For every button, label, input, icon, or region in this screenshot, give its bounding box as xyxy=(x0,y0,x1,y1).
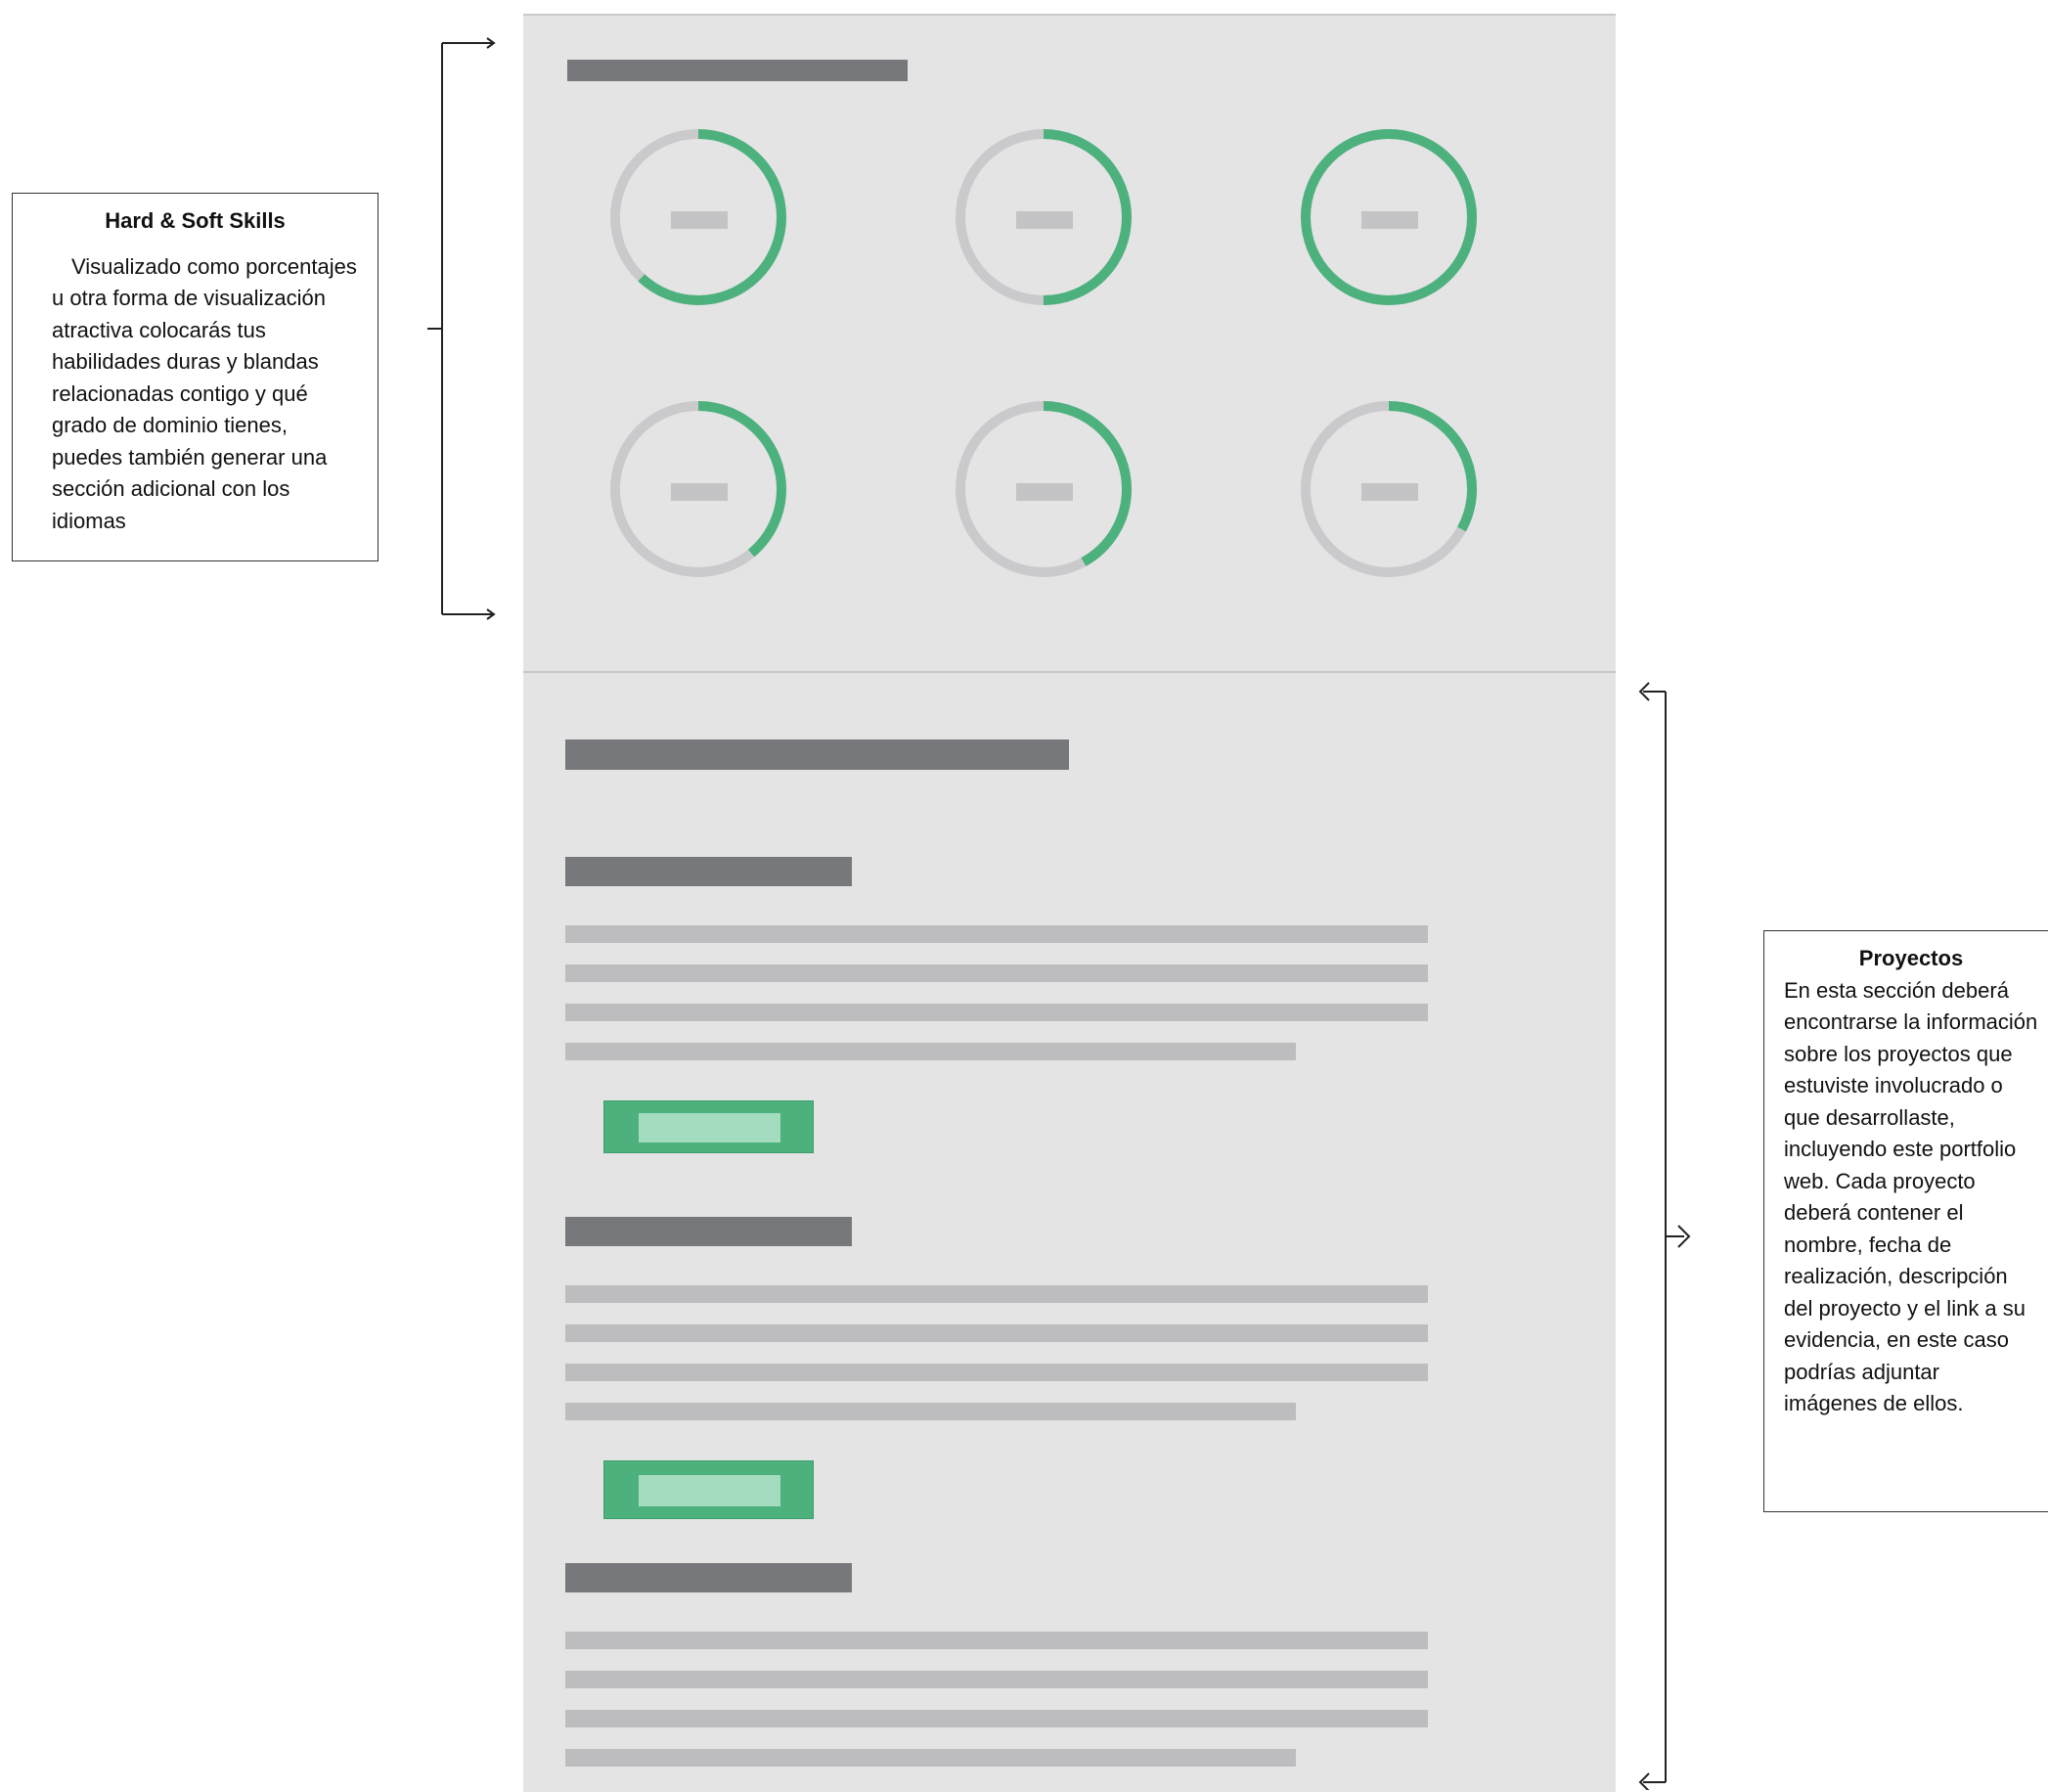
skill-ring xyxy=(951,124,1136,310)
skills-annotation-body: Visualizado como porcentajes u otra form… xyxy=(52,253,357,533)
skill-ring xyxy=(1296,124,1482,310)
project-text-line xyxy=(565,925,1428,943)
skill-ring xyxy=(1296,396,1482,582)
skills-annotation-title: Hard & Soft Skills xyxy=(105,208,286,233)
projects-bracket xyxy=(1638,682,1691,1790)
project-text-line xyxy=(565,1749,1296,1767)
skill-ring xyxy=(605,124,791,310)
project-link-button-label-placeholder xyxy=(639,1113,780,1142)
skill-label-placeholder xyxy=(671,211,728,229)
project-title-placeholder xyxy=(565,1563,852,1592)
skills-bracket xyxy=(427,37,496,620)
project-text-line xyxy=(565,1324,1428,1342)
project-text-line xyxy=(565,1364,1428,1381)
project-text-line xyxy=(565,1710,1428,1727)
project-text-line xyxy=(565,964,1428,982)
project-text-line xyxy=(565,1285,1428,1303)
projects-heading-placeholder xyxy=(565,739,1069,770)
skill-label-placeholder xyxy=(671,483,728,501)
project-title-placeholder xyxy=(565,1217,852,1246)
project-text-line xyxy=(565,1004,1428,1021)
projects-annotation: Proyectos En esta sección deberá encontr… xyxy=(1763,930,2048,1512)
skills-heading-placeholder xyxy=(567,60,908,81)
projects-wireframe xyxy=(523,671,1616,1792)
project-link-button[interactable] xyxy=(603,1100,814,1153)
project-title-placeholder xyxy=(565,857,852,886)
skill-ring xyxy=(951,396,1136,582)
skill-label-placeholder xyxy=(1016,483,1073,501)
projects-annotation-body: En esta sección deberá encontrarse la in… xyxy=(1784,977,2038,1416)
skill-ring xyxy=(605,396,791,582)
projects-annotation-title: Proyectos xyxy=(1858,946,1964,970)
skills-annotation: Hard & Soft Skills Visualizado como porc… xyxy=(12,193,378,561)
project-text-line xyxy=(565,1632,1428,1649)
skills-wireframe xyxy=(523,14,1616,671)
project-link-button-label-placeholder xyxy=(639,1475,780,1506)
skill-label-placeholder xyxy=(1361,211,1418,229)
project-text-line xyxy=(565,1403,1296,1420)
skill-label-placeholder xyxy=(1361,483,1418,501)
project-text-line xyxy=(565,1671,1428,1688)
project-text-line xyxy=(565,1043,1296,1060)
skill-label-placeholder xyxy=(1016,211,1073,229)
project-link-button[interactable] xyxy=(603,1460,814,1519)
